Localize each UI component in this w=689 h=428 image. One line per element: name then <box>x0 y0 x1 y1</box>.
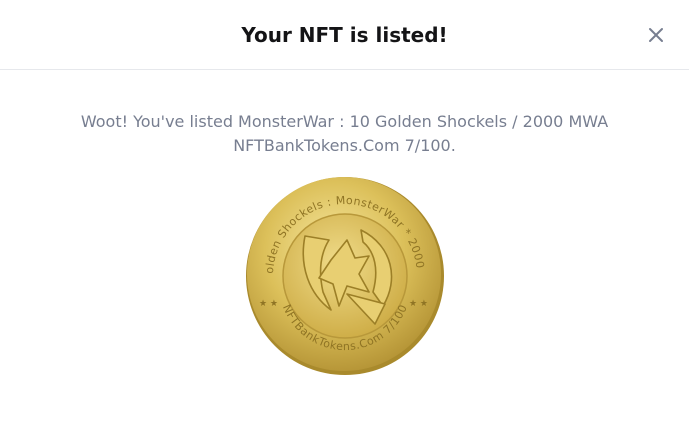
modal-header: Your NFT is listed! <box>0 0 689 70</box>
golden-coin-icon: 10 Golden Shockels : MonsterWar * 2000 M… <box>237 164 444 375</box>
close-icon <box>649 28 663 42</box>
nft-coin-image: 10 Golden Shockels : MonsterWar * 2000 M… <box>237 164 447 378</box>
svg-text:★ ★: ★ ★ <box>409 299 428 309</box>
message-line-2: NFTBankTokens.Com 7/100. <box>233 136 456 155</box>
modal-body: Woot! You've listed MonsterWar : 10 Gold… <box>0 70 689 378</box>
listing-message: Woot! You've listed MonsterWar : 10 Gold… <box>65 110 625 158</box>
nft-listed-modal: Your NFT is listed! Woot! You've listed … <box>0 0 689 428</box>
modal-title: Your NFT is listed! <box>241 22 448 47</box>
svg-text:★ ★: ★ ★ <box>259 299 278 309</box>
close-button[interactable] <box>645 24 667 46</box>
message-line-1: Woot! You've listed MonsterWar : 10 Gold… <box>80 112 609 131</box>
